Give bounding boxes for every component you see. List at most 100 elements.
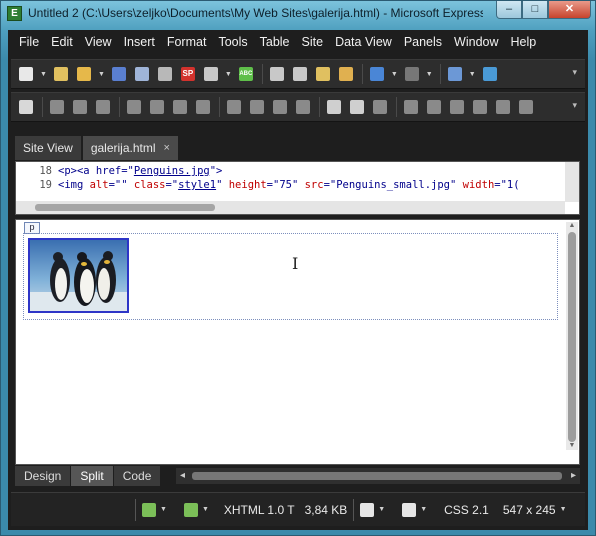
code-line[interactable]: 18 <p><a href="Penguins.jpg"> <box>16 165 222 178</box>
copy-icon[interactable] <box>291 65 309 83</box>
insert-layer-icon[interactable] <box>481 65 499 83</box>
brightness-glyph <box>273 100 287 114</box>
toolbar-overflow-icon[interactable]: ▾ <box>572 100 577 111</box>
sharepoint-icon[interactable]: SP <box>179 65 197 83</box>
bevel-icon[interactable] <box>402 98 420 116</box>
page-size[interactable]: 547 x 245 <box>503 503 556 517</box>
find-icon[interactable] <box>133 65 151 83</box>
design-vertical-scrollbar[interactable]: ▲ ▼ <box>566 222 578 450</box>
insert-picture-icon[interactable] <box>17 98 35 116</box>
resample-icon[interactable] <box>425 98 443 116</box>
rotate-left-icon[interactable] <box>125 98 143 116</box>
chevron-down-icon[interactable]: ▼ <box>391 71 398 78</box>
chevron-down-icon[interactable]: ▼ <box>426 71 433 78</box>
less-contrast-icon[interactable] <box>248 98 266 116</box>
menu-site[interactable]: Site <box>296 35 330 49</box>
line-icon[interactable] <box>348 98 366 116</box>
penguins-image[interactable] <box>28 238 129 313</box>
title-bar[interactable]: E Untitled 2 (C:\Users\zeljko\Documents\… <box>1 1 595 27</box>
redo-icon[interactable] <box>403 65 421 83</box>
tab-code[interactable]: Code <box>113 466 161 486</box>
rotate-right-icon[interactable] <box>148 98 166 116</box>
chevron-down-icon[interactable]: ▼ <box>469 71 476 78</box>
bring-forward-icon[interactable] <box>48 98 66 116</box>
crop-icon[interactable] <box>94 98 112 116</box>
code-line[interactable]: 19 <img alt="" class="style1" height="75"… <box>16 179 519 192</box>
scroll-down-icon[interactable]: ▼ <box>566 442 578 450</box>
crop-tool-icon[interactable] <box>325 98 343 116</box>
circle-icon[interactable] <box>494 98 512 116</box>
tab-design[interactable]: Design <box>15 466 71 486</box>
spelling-icon[interactable]: ABC <box>237 65 255 83</box>
maximize-button[interactable]: □ <box>522 1 548 19</box>
code-token: " <box>216 179 229 191</box>
minimize-button[interactable]: – <box>496 1 522 19</box>
select-icon[interactable] <box>448 98 466 116</box>
cut-icon[interactable] <box>268 65 286 83</box>
style-application-icon[interactable]: ▼ <box>402 502 432 517</box>
menu-window[interactable]: Window <box>448 35 504 49</box>
contrast-icon[interactable] <box>225 98 243 116</box>
open-folder-icon[interactable] <box>75 65 93 83</box>
rectangle-icon[interactable] <box>471 98 489 116</box>
undo-icon[interactable] <box>368 65 386 83</box>
toolbar-separator <box>396 97 397 117</box>
menu-help[interactable]: Help <box>505 35 543 49</box>
close-button[interactable]: ✕ <box>548 1 591 19</box>
code-view[interactable]: 18 <p><a href="Penguins.jpg"> 19 <img alt=… <box>15 161 580 215</box>
less-brightness-icon[interactable] <box>294 98 312 116</box>
code-vertical-scrollbar[interactable] <box>565 162 579 202</box>
brightness-icon[interactable] <box>271 98 289 116</box>
new-page-icon[interactable] <box>17 65 35 83</box>
menu-tools[interactable]: Tools <box>212 35 253 49</box>
scroll-up-icon[interactable]: ▲ <box>566 222 578 230</box>
send-backward-icon[interactable] <box>71 98 89 116</box>
code-token: class <box>133 179 166 191</box>
scroll-thumb[interactable] <box>568 232 576 442</box>
menu-insert[interactable]: Insert <box>118 35 161 49</box>
menu-table[interactable]: Table <box>254 35 296 49</box>
design-view[interactable]: p I ▲ ▼ <box>15 219 580 465</box>
menu-panels[interactable]: Panels <box>398 35 448 49</box>
open-icon[interactable] <box>52 65 70 83</box>
toolbar-overflow-icon[interactable]: ▾ <box>572 67 577 78</box>
menu-format[interactable]: Format <box>161 35 213 49</box>
preview-icon[interactable] <box>202 65 220 83</box>
tab-label: galerija.html <box>90 141 156 155</box>
flip-horizontal-icon[interactable] <box>171 98 189 116</box>
paste-icon[interactable] <box>314 65 332 83</box>
scroll-left-icon[interactable]: ◂ <box>180 470 185 481</box>
expression-web-icon[interactable]: E <box>7 6 22 21</box>
scroll-thumb[interactable] <box>192 472 562 480</box>
accessibility-icon[interactable]: ▼ <box>183 502 214 517</box>
chevron-down-icon[interactable]: ▼ <box>560 506 567 513</box>
publish-icon[interactable] <box>156 65 174 83</box>
menu-data-view[interactable]: Data View <box>329 35 398 49</box>
doctype-indicator[interactable]: XHTML 1.0 T <box>224 503 295 517</box>
compatibility-icon[interactable]: ▼ <box>142 502 172 517</box>
tab-split[interactable]: Split <box>71 466 113 486</box>
save-icon[interactable] <box>110 65 128 83</box>
scroll-thumb[interactable] <box>35 204 215 211</box>
tab-galerija-html[interactable]: galerija.html × <box>82 136 178 160</box>
paragraph-block[interactable]: I <box>23 233 558 320</box>
code-horizontal-scrollbar[interactable] <box>16 201 565 214</box>
polygon-icon[interactable] <box>517 98 535 116</box>
format-painter-icon[interactable] <box>337 65 355 83</box>
insert-table-icon[interactable] <box>446 65 464 83</box>
visual-aids-icon[interactable]: ▼ <box>360 502 390 517</box>
menu-view[interactable]: View <box>79 35 118 49</box>
close-tab-icon[interactable]: × <box>164 136 170 160</box>
color-icon[interactable] <box>371 98 389 116</box>
chevron-down-icon[interactable]: ▼ <box>225 71 232 78</box>
menu-edit[interactable]: Edit <box>45 35 79 49</box>
design-horizontal-scrollbar[interactable]: ◂ ▸ <box>176 468 580 484</box>
flip-vertical-icon[interactable] <box>194 98 212 116</box>
chevron-down-icon[interactable]: ▼ <box>40 71 47 78</box>
code-token: style1 <box>178 179 217 191</box>
css-version[interactable]: CSS 2.1 <box>444 503 489 517</box>
chevron-down-icon[interactable]: ▼ <box>98 71 105 78</box>
menu-file[interactable]: File <box>13 35 45 49</box>
scroll-right-icon[interactable]: ▸ <box>571 470 576 481</box>
tab-site-view[interactable]: Site View <box>15 136 81 160</box>
